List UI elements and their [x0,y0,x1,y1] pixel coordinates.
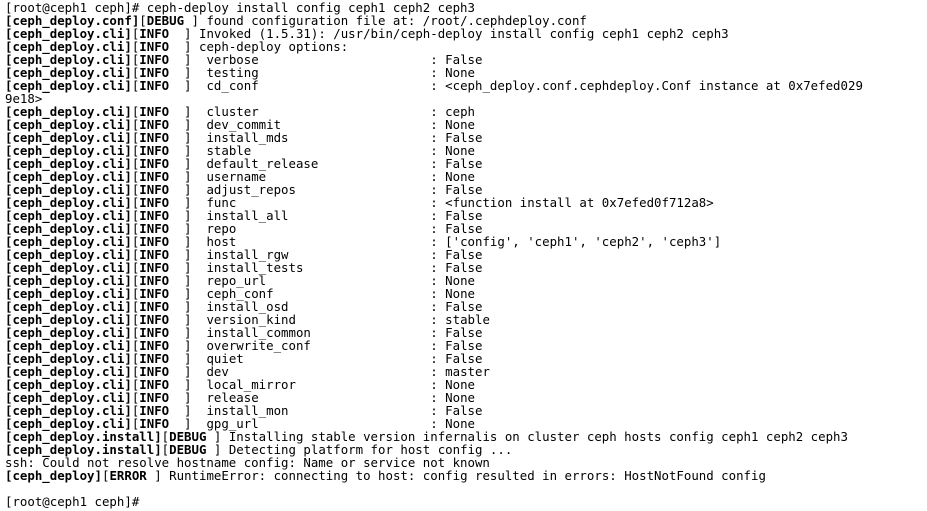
log-text: ] cd_conf : <ceph_deploy.conf.cephdeploy… [169,78,863,93]
log-tag: INFO [139,78,170,93]
log-tag: [ceph_deploy] [5,468,102,483]
terminal-output-line: [ceph_deploy][ERROR ] RuntimeError: conn… [5,469,927,482]
terminal-output-line: [ceph_deploy.cli][INFO ] cd_conf : <ceph… [5,79,927,92]
terminal-window[interactable]: [root@ceph1 ceph]# ceph-deploy install c… [0,0,927,511]
shell-prompt-line: [root@ceph1 ceph]# [5,495,927,508]
log-tag: ERROR [109,468,147,483]
log-text: ] RuntimeError: connecting to host: conf… [146,468,766,483]
log-text: [root@ceph1 ceph]# [5,494,147,509]
